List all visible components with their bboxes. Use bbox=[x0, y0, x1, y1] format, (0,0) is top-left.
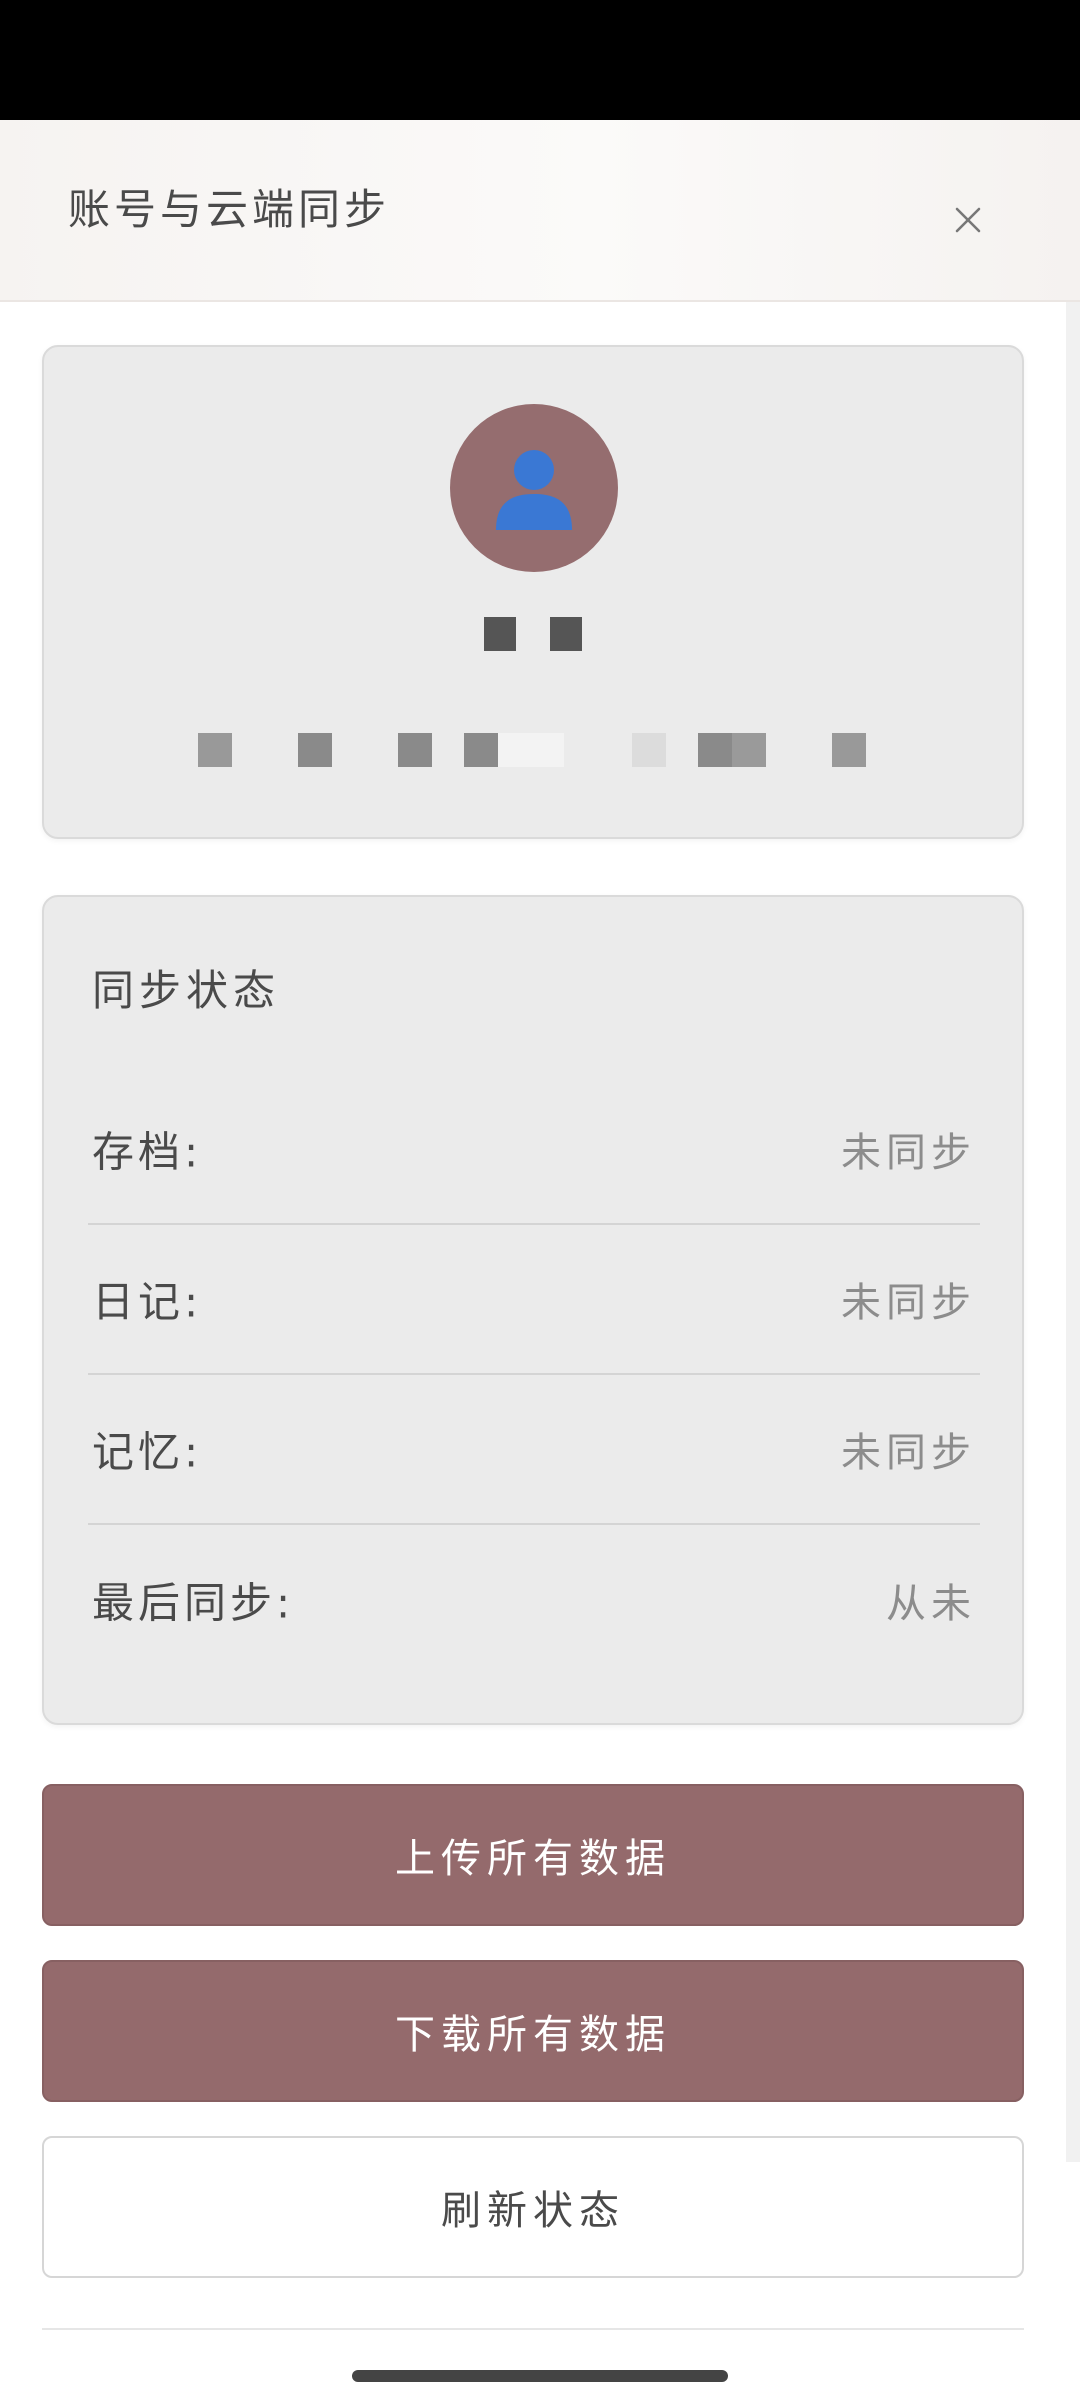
close-button[interactable] bbox=[930, 182, 1006, 258]
user-silhouette-icon bbox=[496, 450, 572, 530]
status-value: 未同步 bbox=[841, 1130, 976, 1176]
status-row-archive: 存档: 未同步 bbox=[88, 1075, 980, 1225]
email-redacted: ████████ bbox=[198, 733, 878, 767]
status-row-diary: 日记: 未同步 bbox=[88, 1225, 980, 1375]
home-indicator[interactable] bbox=[352, 2370, 728, 2382]
status-value: 未同步 bbox=[841, 1430, 976, 1476]
scrollbar[interactable] bbox=[1066, 302, 1080, 2162]
status-value: 未同步 bbox=[841, 1280, 976, 1326]
divider bbox=[42, 2328, 1024, 2330]
download-all-button[interactable]: 下载所有数据 bbox=[42, 1960, 1024, 2102]
sync-status-card: 同步状态 存档: 未同步 日记: 未同步 记忆: 未同步 最后同步: 从未 bbox=[42, 895, 1024, 1725]
page-title: 账号与云端同步 bbox=[68, 185, 391, 234]
status-label: 日记: bbox=[92, 1277, 203, 1327]
username-redacted: ██ bbox=[44, 617, 1022, 651]
account-card: ██ ████████ bbox=[42, 345, 1024, 839]
status-value: 从未 bbox=[886, 1581, 976, 1627]
upload-all-button[interactable]: 上传所有数据 bbox=[42, 1784, 1024, 1926]
status-row-last-sync: 最后同步: 从未 bbox=[88, 1525, 980, 1675]
section-title: 同步状态 bbox=[92, 966, 281, 1015]
system-status-bar bbox=[0, 0, 1080, 120]
status-label: 记忆: bbox=[92, 1427, 203, 1477]
status-row-memory: 记忆: 未同步 bbox=[88, 1375, 980, 1525]
refresh-status-button[interactable]: 刷新状态 bbox=[42, 2136, 1024, 2278]
status-label: 存档: bbox=[92, 1127, 203, 1177]
close-icon bbox=[955, 207, 981, 233]
status-label: 最后同步: bbox=[92, 1578, 295, 1628]
avatar[interactable] bbox=[450, 404, 618, 572]
dialog-header: 账号与云端同步 bbox=[0, 120, 1080, 302]
